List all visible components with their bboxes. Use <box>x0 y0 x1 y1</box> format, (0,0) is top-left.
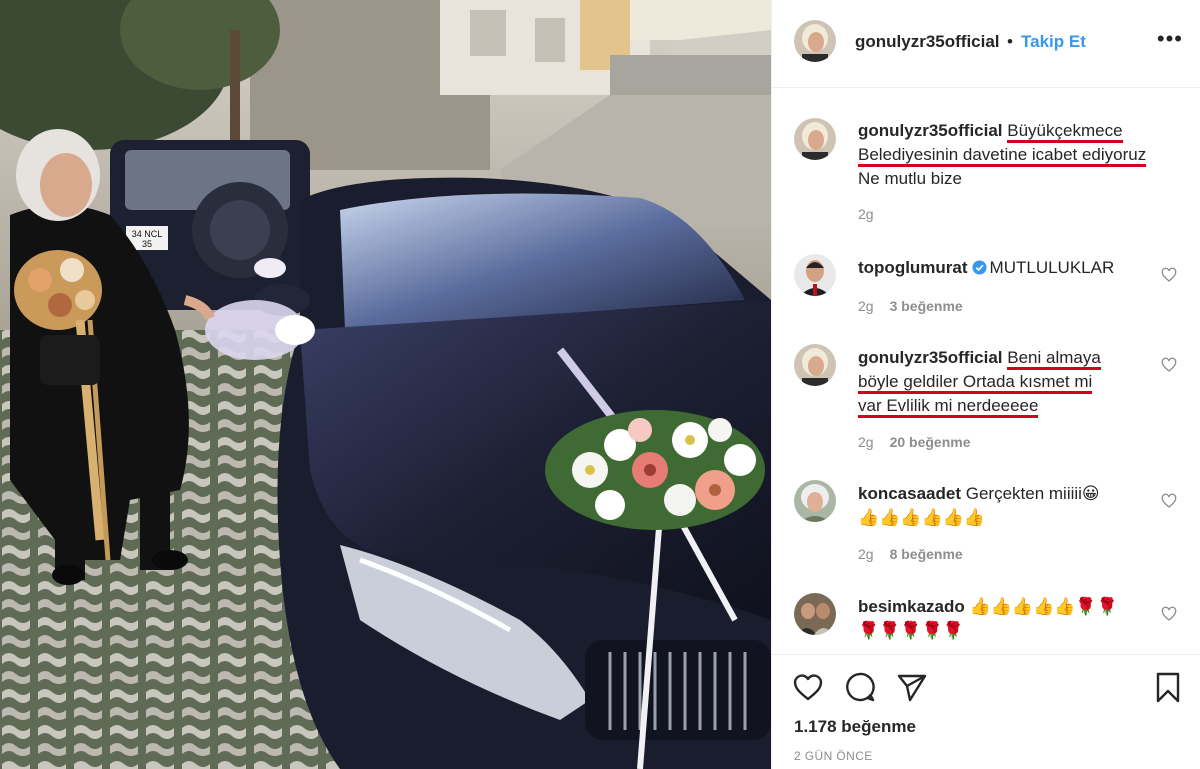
comments-list[interactable]: gonulyzr35official Büyükçekmece Belediye… <box>772 88 1200 654</box>
avatar[interactable] <box>794 20 836 62</box>
paper-plane-icon[interactable] <box>896 671 928 703</box>
comment-like-heart-icon[interactable] <box>1161 493 1177 509</box>
post-panel: gonulyzr35official • Takip Et ••• gonuly… <box>771 0 1200 769</box>
comment-time[interactable]: 2g <box>858 546 874 562</box>
comment-item: besimkazado 👍👍👍👍👍🌹🌹 🌹🌹🌹🌹🌹 <box>772 593 1200 654</box>
comment-text: koncasaadet Gerçekten miiiii😀 👍👍👍👍👍👍 <box>858 482 1148 530</box>
avatar-image <box>794 344 836 386</box>
heart-icon[interactable] <box>792 671 824 703</box>
comment-text: besimkazado 👍👍👍👍👍🌹🌹 🌹🌹🌹🌹🌹 <box>858 595 1148 643</box>
author-username[interactable]: gonulyzr35official <box>855 32 1000 52</box>
comment-item: gonulyzr35official Beni almaya böyle gel… <box>772 344 1200 454</box>
comment-username[interactable]: topoglumurat <box>858 258 968 277</box>
avatar-image <box>794 20 836 62</box>
avatar[interactable] <box>794 344 836 386</box>
comment-username[interactable]: gonulyzr35official <box>858 348 1003 367</box>
avatar-image <box>794 118 836 160</box>
bookmark-icon[interactable] <box>1152 671 1184 703</box>
comment-body: 👍👍👍👍👍🌹🌹 <box>969 597 1118 616</box>
comment-text: topoglumurat MUTLULUKLAR <box>858 256 1148 280</box>
comment-body-line-2: 🌹🌹🌹🌹🌹 <box>858 621 964 640</box>
comment-time[interactable]: 2g <box>858 298 874 314</box>
caption-meta: 2g <box>858 206 874 222</box>
likes-count[interactable]: 1.178 beğenme <box>794 717 916 737</box>
caption-line-1: Büyükçekmece <box>1007 121 1123 143</box>
caption-time[interactable]: 2g <box>858 206 874 222</box>
comment-body-line-2: 👍👍👍👍👍👍 <box>858 508 986 527</box>
comment-item: topoglumurat MUTLULUKLAR 2g 3 beğenme <box>772 254 1200 324</box>
comment-time[interactable]: 2g <box>858 434 874 450</box>
comment-username[interactable]: koncasaadet <box>858 484 961 503</box>
comment-icon[interactable] <box>844 671 876 703</box>
comment-item: koncasaadet Gerçekten miiiii😀 👍👍👍👍👍👍 2g 8… <box>772 480 1200 570</box>
comment-likes[interactable]: 3 beğenme <box>890 298 963 314</box>
comment-body: Gerçekten miiiii😀 <box>965 484 1100 503</box>
avatar-image <box>794 254 836 296</box>
follow-button[interactable]: Takip Et <box>1021 32 1086 52</box>
caption-line-3: Ne mutlu bize <box>858 169 962 188</box>
avatar[interactable] <box>794 593 836 635</box>
avatar[interactable] <box>794 254 836 296</box>
more-options-button[interactable]: ••• <box>1157 28 1183 50</box>
separator-dot: • <box>1007 32 1013 51</box>
comment-likes[interactable]: 20 beğenme <box>890 434 971 450</box>
post-photo[interactable]: 34 NCL 35 <box>0 0 771 769</box>
comment-meta: 2g 20 beğenme <box>858 434 971 450</box>
caption: gonulyzr35official Büyükçekmece Belediye… <box>772 118 1200 238</box>
comment-line-2: böyle geldiler Ortada kısmet mi <box>858 372 1093 394</box>
svg-text:35: 35 <box>142 239 152 249</box>
comment-like-heart-icon[interactable] <box>1161 267 1177 283</box>
avatar[interactable] <box>794 480 836 522</box>
comment-line-1: Beni almaya <box>1007 348 1101 370</box>
comment-like-heart-icon[interactable] <box>1161 606 1177 622</box>
post-actions: 1.178 beğenme 2 GÜN ÖNCE <box>772 654 1200 769</box>
caption-line-2: Belediyesinin davetine icabet ediyoruz <box>858 145 1147 167</box>
comment-like-heart-icon[interactable] <box>1161 357 1177 373</box>
caption-text: gonulyzr35official Büyükçekmece Belediye… <box>858 119 1148 191</box>
caption-username[interactable]: gonulyzr35official <box>858 121 1003 140</box>
comment-text: gonulyzr35official Beni almaya böyle gel… <box>858 346 1148 418</box>
comment-line-3: var Evlilik mi nerdeeeee <box>858 396 1039 418</box>
post-timestamp[interactable]: 2 GÜN ÖNCE <box>794 749 873 763</box>
avatar[interactable] <box>794 118 836 160</box>
avatar-image <box>794 480 836 522</box>
comment-meta: 2g 8 beğenme <box>858 546 963 562</box>
verified-badge-icon <box>972 260 987 275</box>
post-header: gonulyzr35official • Takip Et ••• <box>772 0 1200 88</box>
post-image: 34 NCL 35 <box>0 0 771 769</box>
svg-text:34 NCL: 34 NCL <box>132 229 163 239</box>
comment-body: MUTLULUKLAR <box>989 258 1115 277</box>
avatar-image <box>794 593 836 635</box>
comment-username[interactable]: besimkazado <box>858 597 965 616</box>
comment-likes[interactable]: 8 beğenme <box>890 546 963 562</box>
comment-meta: 2g 3 beğenme <box>858 298 963 314</box>
